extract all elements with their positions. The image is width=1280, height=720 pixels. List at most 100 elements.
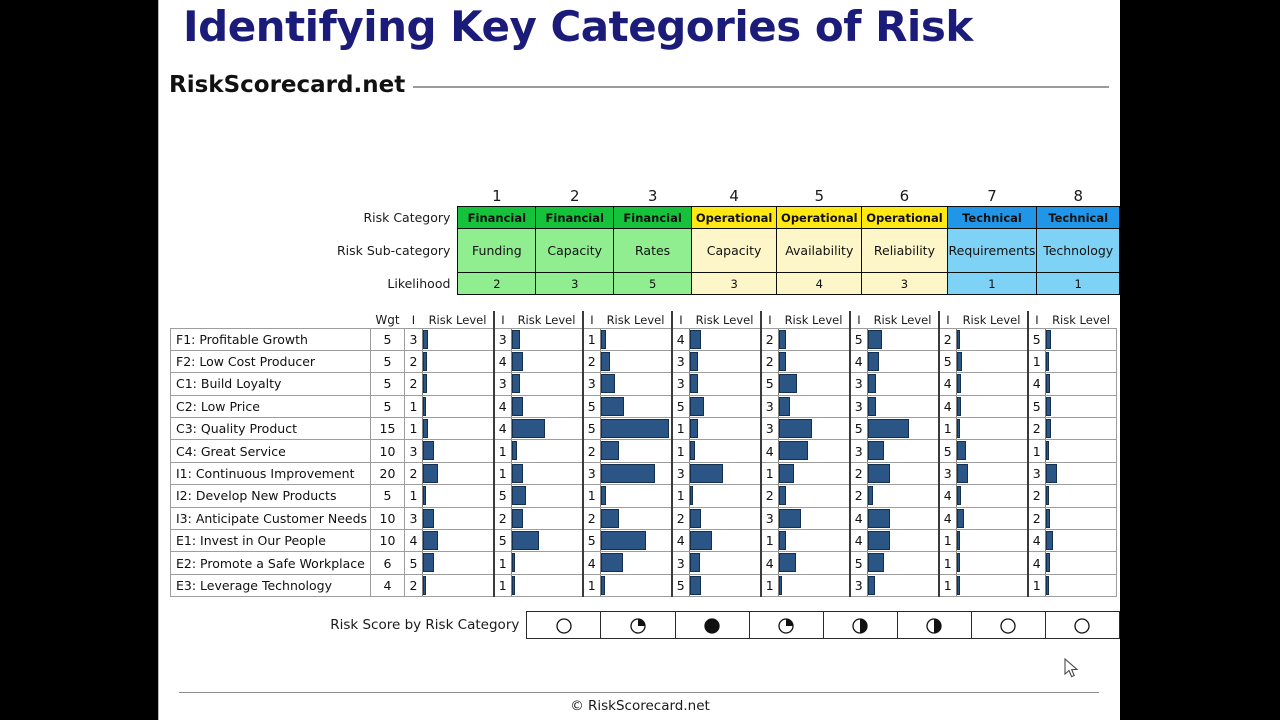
weight-cell: 4 [370,573,405,598]
risk-level-bar-cell [422,506,494,531]
table-row: E1: Invest in Our People 10 4 5 5 4 1 4 1 4 [170,529,1117,553]
risk-level-bar-cell [689,573,761,598]
impact-cell: 5 [937,439,957,463]
impact-cell: 2 [581,506,601,531]
risk-level-bar [779,486,786,506]
impact-column-header: I [670,311,690,328]
risk-level-bar [423,508,434,528]
row-label-likelihood: Likelihood [387,276,451,291]
objective-cell: E1: Invest in Our People [170,529,371,553]
impact-cell: 4 [1026,372,1046,396]
risk-level-bar-cell [600,573,672,598]
likelihood-cell: 3 [861,272,948,295]
risk-level-bar [423,419,428,439]
impact-cell: 3 [670,372,690,396]
risk-score-cell [1044,611,1120,639]
risk-level-bar [779,419,812,439]
risk-level-bar [868,508,890,528]
risk-level-bar [512,396,523,416]
impact-cell: 3 [404,327,423,351]
risk-level-bar [423,553,434,573]
risk-level-column-header: Risk Level [873,312,932,327]
impact-cell: 1 [581,573,601,598]
risk-level-bar-cell [778,461,850,486]
objective-cell: C4: Great Service [170,439,371,463]
risk-category-row: Risk Category Financial Financial Financ… [170,206,1120,229]
risk-level-bar [957,508,964,528]
likelihood-cell: 2 [457,272,537,295]
likelihood-cell: 1 [946,272,1038,295]
risk-level-bar-cell [956,439,1028,463]
column-number: 6 [899,187,910,205]
risk-level-bar-cell [422,349,494,374]
risk-level-bar [868,441,884,461]
risk-level-bar [512,553,515,573]
risk-level-bar-cell [689,327,761,351]
impact-cell: 1 [404,417,423,441]
risk-level-bar-cell [689,349,761,374]
column-number: 8 [1073,187,1083,205]
impact-cell: 4 [937,372,957,396]
risk-level-bar [957,419,960,439]
objective-cell: I3: Anticipate Customer Needs [170,506,371,531]
impact-cell: 1 [492,461,512,486]
risk-category-cell: Operational [691,206,778,229]
impact-cell: 2 [759,327,779,351]
page-title: Identifying Key Categories of Risk [183,2,973,51]
impact-cell: 3 [670,349,690,374]
risk-level-bar [868,531,890,551]
risk-score-cell [600,611,676,639]
matrix-body-block: Wgt I Risk Level I Risk Level I Risk Level I Ris… [170,311,1117,598]
risk-level-bar [1046,531,1053,551]
risk-level-bar-cell [689,484,761,508]
risk-level-bar [957,553,960,573]
impact-cell: 3 [581,461,601,486]
impact-cell: 2 [1026,506,1046,531]
risk-level-bar [1046,329,1051,349]
weight-column-header: Wgt [375,312,400,327]
footer-text: © RiskScorecard.net [570,698,710,714]
risk-subcategory-cell: Requirements [946,228,1038,273]
table-row: I3: Anticipate Customer Needs 10 3 2 2 2 3 4 4 2 [170,506,1117,531]
impact-cell: 2 [492,506,512,531]
risk-level-bar-cell [422,529,494,553]
risk-level-bar-cell [1045,461,1117,486]
risk-level-bar [779,553,796,573]
risk-level-bar-cell [600,529,672,553]
risk-level-bar [423,463,438,483]
risk-level-bar [601,396,624,416]
table-row: E2: Promote a Safe Workplace 6 5 1 4 3 4 5 1 4 [170,551,1117,575]
risk-level-bar [868,351,879,371]
risk-subcategory-cell: Availability [776,228,863,273]
impact-cell: 3 [670,461,690,486]
impact-cell: 4 [670,529,690,553]
brand-row: RiskScorecard.net [169,68,1109,102]
likelihood-row: Likelihood 2 3 5 3 4 3 1 1 [170,272,1120,295]
risk-level-bar [423,374,427,394]
risk-level-bar-cell [867,461,939,486]
impact-cell: 1 [1026,349,1046,374]
weight-cell: 5 [370,327,405,351]
risk-level-bar-cell [600,394,672,419]
risk-level-bar-cell [422,461,494,486]
risk-level-bar [601,463,655,483]
impact-cell: 1 [581,484,601,508]
risk-level-bar [1046,575,1049,595]
risk-level-bar [779,441,808,461]
impact-cell: 2 [581,439,601,463]
risk-level-bar [690,329,701,349]
risk-level-bar [1046,351,1049,371]
impact-cell: 2 [670,506,690,531]
impact-cell: 1 [492,551,512,575]
risk-level-bar-cell [956,372,1028,396]
impact-cell: 1 [759,461,779,486]
risk-level-column-header: Risk Level [695,312,754,327]
risk-level-bar-cell [511,484,583,508]
impact-column-header: I [492,311,512,328]
risk-level-bar-cell [422,372,494,396]
risk-level-bar [690,575,701,595]
risk-level-bar [957,531,960,551]
risk-level-bar [601,351,610,371]
impact-cell: 5 [581,417,601,441]
risk-level-bar-cell [778,506,850,531]
